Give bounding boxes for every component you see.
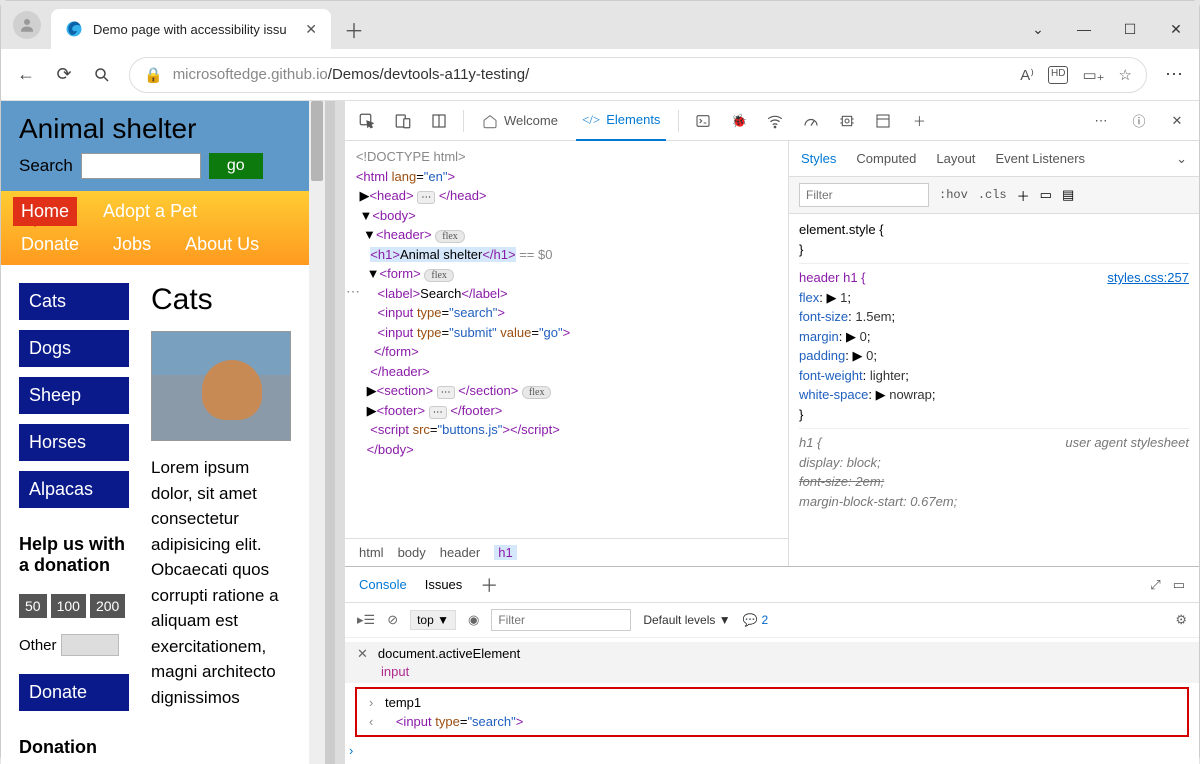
url-text: microsoftedge.github.io/Demos/devtools-a…: [173, 66, 1011, 83]
console-filter-input[interactable]: [491, 609, 631, 631]
minimize-icon[interactable]: —: [1061, 9, 1107, 49]
other-label: Other: [19, 637, 57, 654]
drawer-add-icon[interactable]: ＋: [480, 572, 498, 598]
cat-image: [151, 331, 291, 441]
chip-50[interactable]: 50: [19, 594, 47, 618]
levels-select[interactable]: Default levels ▼: [643, 613, 730, 627]
issues-tab[interactable]: Issues: [425, 577, 463, 592]
watch-remove-icon[interactable]: ✕: [357, 646, 368, 661]
chip-200[interactable]: 200: [90, 594, 125, 618]
application-icon[interactable]: [871, 109, 895, 133]
new-style-icon[interactable]: ＋: [1017, 186, 1030, 205]
close-window-icon[interactable]: ✕: [1153, 9, 1199, 49]
network-icon[interactable]: [763, 109, 787, 133]
computed-toggle-icon[interactable]: ▤: [1062, 187, 1074, 203]
new-tab-button[interactable]: ＋: [337, 12, 371, 46]
sidebar-toggle-icon[interactable]: ▸☰: [357, 612, 375, 628]
address-bar[interactable]: 🔒 microsoftedge.github.io/Demos/devtools…: [129, 57, 1147, 93]
issues-badge[interactable]: 💬2: [743, 613, 769, 627]
source-link[interactable]: styles.css:257: [1107, 268, 1189, 288]
hd-icon[interactable]: HD: [1048, 66, 1068, 84]
rendered-page: Animal shelter Search go Home Adopt a Pe…: [1, 101, 309, 764]
profile-icon[interactable]: [13, 11, 41, 39]
side-sheep[interactable]: Sheep: [19, 377, 129, 414]
tab-welcome[interactable]: Welcome: [476, 101, 564, 141]
tab-title: Demo page with accessibility issu: [93, 22, 295, 37]
help-heading: Help us with a donation: [19, 534, 137, 576]
help-icon[interactable]: ⓘ: [1127, 109, 1151, 133]
back-icon[interactable]: ←: [15, 64, 37, 86]
search-icon[interactable]: [91, 64, 113, 86]
maximize-icon[interactable]: ☐: [1107, 9, 1153, 49]
dom-breadcrumb[interactable]: html body header h1: [345, 538, 788, 566]
listeners-tab[interactable]: Event Listeners: [995, 151, 1085, 166]
console-settings-icon[interactable]: ⚙: [1175, 612, 1187, 628]
drawer-expand-icon[interactable]: ⤢: [1150, 577, 1160, 593]
style-rules[interactable]: element.style { } header h1 {styles.css:…: [789, 214, 1199, 566]
console-output[interactable]: ✕document.activeElement input ›temp1 ‹ <…: [345, 638, 1199, 764]
styles-tab[interactable]: Styles: [801, 151, 836, 166]
edge-favicon-icon: [65, 20, 83, 38]
memory-icon[interactable]: [835, 109, 859, 133]
console-tab[interactable]: Console: [359, 577, 407, 592]
nav-adopt[interactable]: Adopt a Pet: [95, 197, 205, 226]
highlighted-console-region: ›temp1 ‹ <input type="search">: [355, 687, 1189, 737]
row-actions-icon[interactable]: ⋯: [345, 281, 362, 302]
nav-donate[interactable]: Donate: [13, 230, 87, 259]
go-button[interactable]: go: [209, 153, 263, 179]
chevron-down-icon[interactable]: ⌄: [1176, 151, 1187, 167]
content-heading: Cats: [151, 283, 291, 317]
panel-layout-icon[interactable]: [427, 109, 451, 133]
window-dropdown-icon[interactable]: ⌄: [1015, 9, 1061, 49]
computed-tab[interactable]: Computed: [856, 151, 916, 166]
bug-icon[interactable]: 🐞: [727, 109, 751, 133]
favorite-icon[interactable]: ☆: [1119, 66, 1132, 84]
inspect-icon[interactable]: [355, 109, 379, 133]
devtools-resize-handle[interactable]: [335, 101, 345, 764]
page-title: Animal shelter: [19, 113, 291, 145]
nav-jobs[interactable]: Jobs: [105, 230, 159, 259]
side-dogs[interactable]: Dogs: [19, 330, 129, 367]
eye-icon[interactable]: ◉: [468, 612, 479, 628]
hov-toggle[interactable]: :hov: [939, 188, 968, 202]
dom-tree[interactable]: ⋯ <!DOCTYPE html> <html lang="en"> ▶<hea…: [345, 141, 788, 538]
tab-elements[interactable]: </>Elements: [576, 101, 666, 141]
refresh-icon[interactable]: ⟳: [53, 64, 75, 86]
devtools-menu-icon[interactable]: ⋯: [1089, 109, 1113, 133]
nav-home[interactable]: Home: [13, 197, 77, 226]
layout-tab[interactable]: Layout: [936, 151, 975, 166]
performance-icon[interactable]: [799, 109, 823, 133]
reader-icon[interactable]: ▭₊: [1082, 66, 1104, 84]
primary-nav: Home Adopt a Pet Donate Jobs About Us: [1, 191, 309, 265]
console-icon[interactable]: [691, 109, 715, 133]
context-select[interactable]: top ▼: [410, 610, 456, 630]
more-tools-icon[interactable]: ＋: [907, 109, 931, 133]
chip-100[interactable]: 100: [51, 594, 86, 618]
device-icon[interactable]: [391, 109, 415, 133]
flex-editor-icon[interactable]: ▭: [1040, 187, 1052, 203]
other-input[interactable]: [61, 634, 119, 656]
side-horses[interactable]: Horses: [19, 424, 129, 461]
donate-button[interactable]: Donate: [19, 674, 129, 711]
search-label: Search: [19, 156, 73, 176]
menu-icon[interactable]: ⋯: [1163, 64, 1185, 86]
search-input[interactable]: [81, 153, 201, 179]
clear-console-icon[interactable]: ⊘: [387, 612, 398, 628]
donation-heading: Donation: [19, 737, 137, 758]
lorem-text: Lorem ipsum dolor, sit amet consectetur …: [151, 455, 291, 710]
cls-toggle[interactable]: .cls: [978, 188, 1007, 202]
page-scrollbar[interactable]: [309, 101, 325, 764]
side-alpacas[interactable]: Alpacas: [19, 471, 129, 508]
drawer-dock-icon[interactable]: ▭: [1173, 577, 1185, 593]
style-filter-input[interactable]: [799, 183, 929, 207]
browser-tab[interactable]: Demo page with accessibility issu ✕: [51, 9, 331, 49]
devtools-close-icon[interactable]: ✕: [1165, 109, 1189, 133]
tab-close-icon[interactable]: ✕: [305, 21, 317, 38]
nav-about[interactable]: About Us: [177, 230, 267, 259]
lock-icon: 🔒: [144, 66, 163, 84]
read-aloud-icon[interactable]: A⁾: [1020, 66, 1034, 84]
side-cats[interactable]: Cats: [19, 283, 129, 320]
